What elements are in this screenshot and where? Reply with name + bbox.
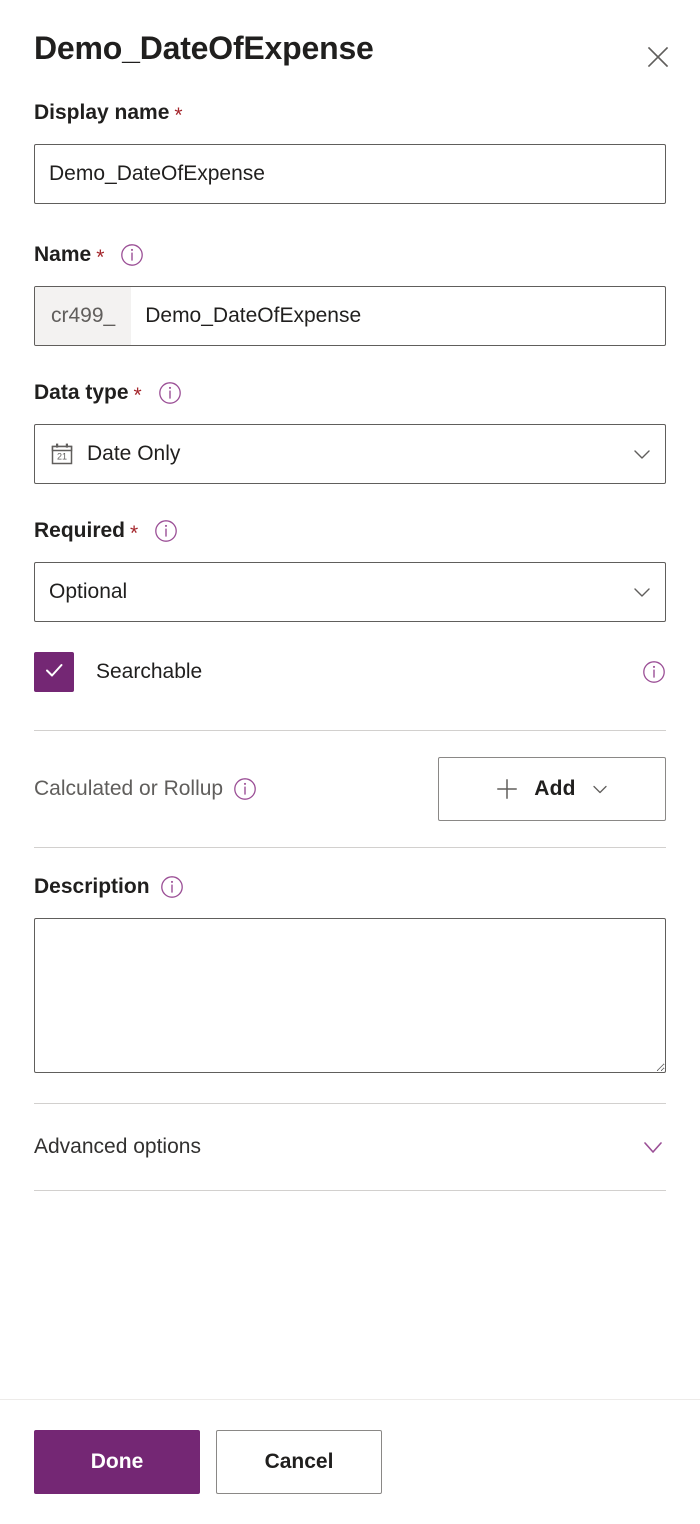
name-input-group: cr499_ [34, 286, 666, 346]
chevron-down-icon [631, 581, 653, 603]
data-type-value: Date Only [87, 442, 181, 465]
display-name-label: Display name * [34, 100, 666, 126]
chevron-down-icon [631, 443, 653, 465]
description-label: Description [34, 874, 666, 900]
plus-icon [494, 776, 520, 802]
calculated-or-rollup-row: Calculated or Rollup Add [34, 757, 666, 821]
required-label-text: Required [34, 519, 126, 542]
required-dropdown[interactable]: Optional [34, 562, 666, 622]
field-description: Description [34, 874, 666, 1073]
add-button[interactable]: Add [438, 757, 666, 821]
required-asterisk: * [130, 521, 139, 545]
searchable-checkbox[interactable] [34, 652, 74, 692]
done-button[interactable]: Done [34, 1430, 200, 1494]
data-type-label-text: Data type [34, 381, 129, 404]
add-button-label: Add [534, 777, 576, 800]
cancel-button[interactable]: Cancel [216, 1430, 382, 1494]
data-type-label: Data type * [34, 380, 666, 406]
display-name-label-text: Display name [34, 101, 170, 124]
required-value: Optional [49, 580, 128, 603]
info-icon[interactable] [160, 875, 184, 899]
info-icon[interactable] [642, 660, 666, 684]
required-label: Required * [34, 518, 666, 544]
close-button[interactable] [635, 34, 681, 80]
data-type-value-wrap: 21 Date Only [49, 441, 623, 467]
info-icon[interactable] [158, 381, 182, 405]
divider [34, 1190, 666, 1191]
description-label-text: Description [34, 875, 150, 898]
searchable-row: Searchable [34, 652, 666, 692]
description-textarea[interactable] [34, 918, 666, 1073]
calculated-or-rollup-label: Calculated or Rollup [34, 777, 257, 801]
info-icon[interactable] [233, 777, 257, 801]
checkmark-icon [42, 658, 66, 687]
chevron-down-icon [640, 1134, 666, 1160]
searchable-label: Searchable [96, 660, 203, 683]
svg-text:21: 21 [57, 452, 67, 462]
field-properties-panel: Demo_DateOfExpense Display name * Name [0, 0, 700, 1524]
required-asterisk: * [133, 383, 142, 407]
calculated-or-rollup-label-text: Calculated or Rollup [34, 777, 224, 800]
panel-header: Demo_DateOfExpense [0, 0, 700, 100]
field-required: Required * Optional [34, 518, 666, 622]
advanced-options-toggle[interactable]: Advanced options [34, 1134, 666, 1160]
advanced-options-label: Advanced options [34, 1135, 201, 1158]
required-asterisk: * [96, 245, 105, 269]
required-asterisk: * [174, 103, 183, 127]
display-name-input[interactable] [34, 144, 666, 204]
panel-footer: Done Cancel [0, 1399, 700, 1524]
info-icon[interactable] [120, 243, 144, 267]
chevron-down-icon [590, 779, 610, 799]
field-data-type: Data type * 21 Date Only [34, 380, 666, 484]
data-type-dropdown[interactable]: 21 Date Only [34, 424, 666, 484]
field-name: Name * cr499_ [34, 242, 666, 346]
name-prefix: cr499_ [35, 287, 132, 345]
name-input[interactable] [131, 287, 665, 345]
page-title: Demo_DateOfExpense [34, 30, 374, 66]
info-icon[interactable] [154, 519, 178, 543]
close-icon [645, 44, 671, 70]
name-label: Name * [34, 242, 666, 268]
calendar-icon: 21 [49, 441, 75, 467]
field-display-name: Display name * [34, 100, 666, 204]
panel-body: Display name * Name * [0, 100, 700, 1399]
name-label-text: Name [34, 243, 92, 266]
